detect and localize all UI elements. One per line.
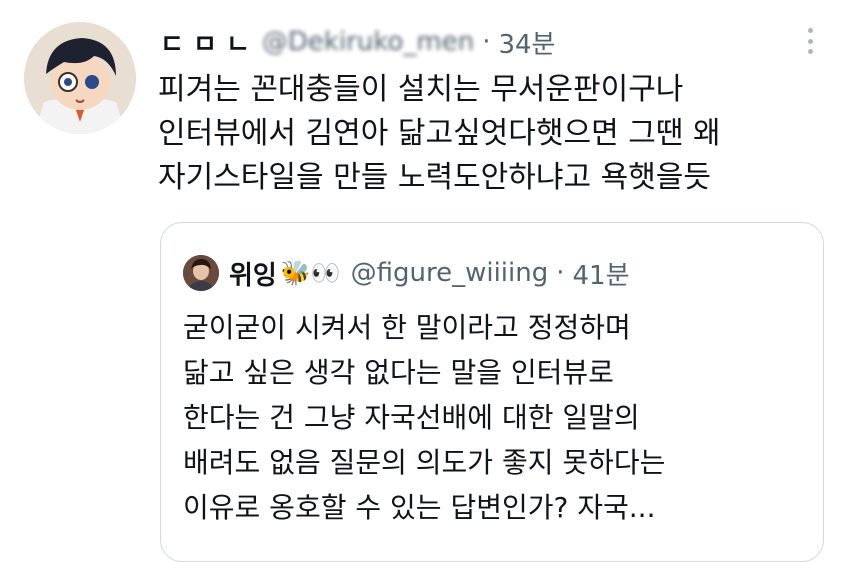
more-dot [807, 28, 813, 33]
quoted-tweet-header: 위잉 🐝👀 @figure_wiiiing · 41분 [183, 253, 630, 293]
more-dot [807, 49, 813, 54]
author-handle[interactable]: @Dekiruko_men [262, 27, 474, 57]
quoted-line: 배려도 없음 질문의 의도가 좋지 못하다는 [183, 446, 666, 479]
quoted-line: 이유로 옹호할 수 있는 답변인가? 자국... [183, 491, 656, 524]
separator-dot: · [482, 27, 491, 57]
user-photo-avatar-icon [183, 255, 219, 291]
tweet-timestamp[interactable]: 34분 [498, 24, 555, 61]
quoted-author-handle[interactable]: @figure_wiiiing [351, 258, 549, 288]
quoted-author-avatar[interactable] [183, 255, 219, 291]
bee-eyes-emoji: 🐝👀 [280, 259, 341, 287]
tweet-header: ㄷ ㅁ ㄴ @Dekiruko_men · 34분 [160, 22, 555, 62]
tweet-line: 자기스타일을 만들 노력도안하냐고 욕햇을듯 [158, 160, 712, 195]
quoted-tweet-text: 굳이굳이 시켜서 한 말이라고 정정하며 닮고 싶은 생각 없다는 말을 인터뷰… [183, 305, 813, 530]
author-avatar[interactable] [24, 22, 136, 134]
tweet-line: 피겨는 꼰대충들이 설치는 무서운판이구나 [158, 72, 684, 107]
tweet-text: 피겨는 꼰대충들이 설치는 무서운판이구나 인터뷰에서 김연아 닮고싶엇다햇으면… [158, 68, 828, 200]
quoted-line: 한다는 건 그냥 자국선배에 대한 일말의 [183, 401, 640, 434]
anime-boy-avatar-icon [24, 22, 136, 134]
more-options-icon[interactable] [800, 28, 820, 54]
quoted-author-name[interactable]: 위잉 [229, 255, 277, 292]
author-name[interactable]: ㄷ ㅁ ㄴ [160, 24, 250, 61]
separator-dot: · [556, 258, 565, 288]
quoted-timestamp[interactable]: 41분 [573, 255, 630, 292]
quoted-line: 닮고 싶은 생각 없다는 말을 인터뷰로 [183, 356, 614, 389]
tweet-line: 인터뷰에서 김연아 닮고싶엇다햇으면 그땐 왜 [158, 116, 721, 151]
quoted-line: 굳이굳이 시켜서 한 말이라고 정정하며 [183, 311, 631, 344]
more-dot [807, 38, 813, 44]
quoted-tweet-card[interactable]: 위잉 🐝👀 @figure_wiiiing · 41분 굳이굳이 시켜서 한 말… [160, 222, 824, 562]
